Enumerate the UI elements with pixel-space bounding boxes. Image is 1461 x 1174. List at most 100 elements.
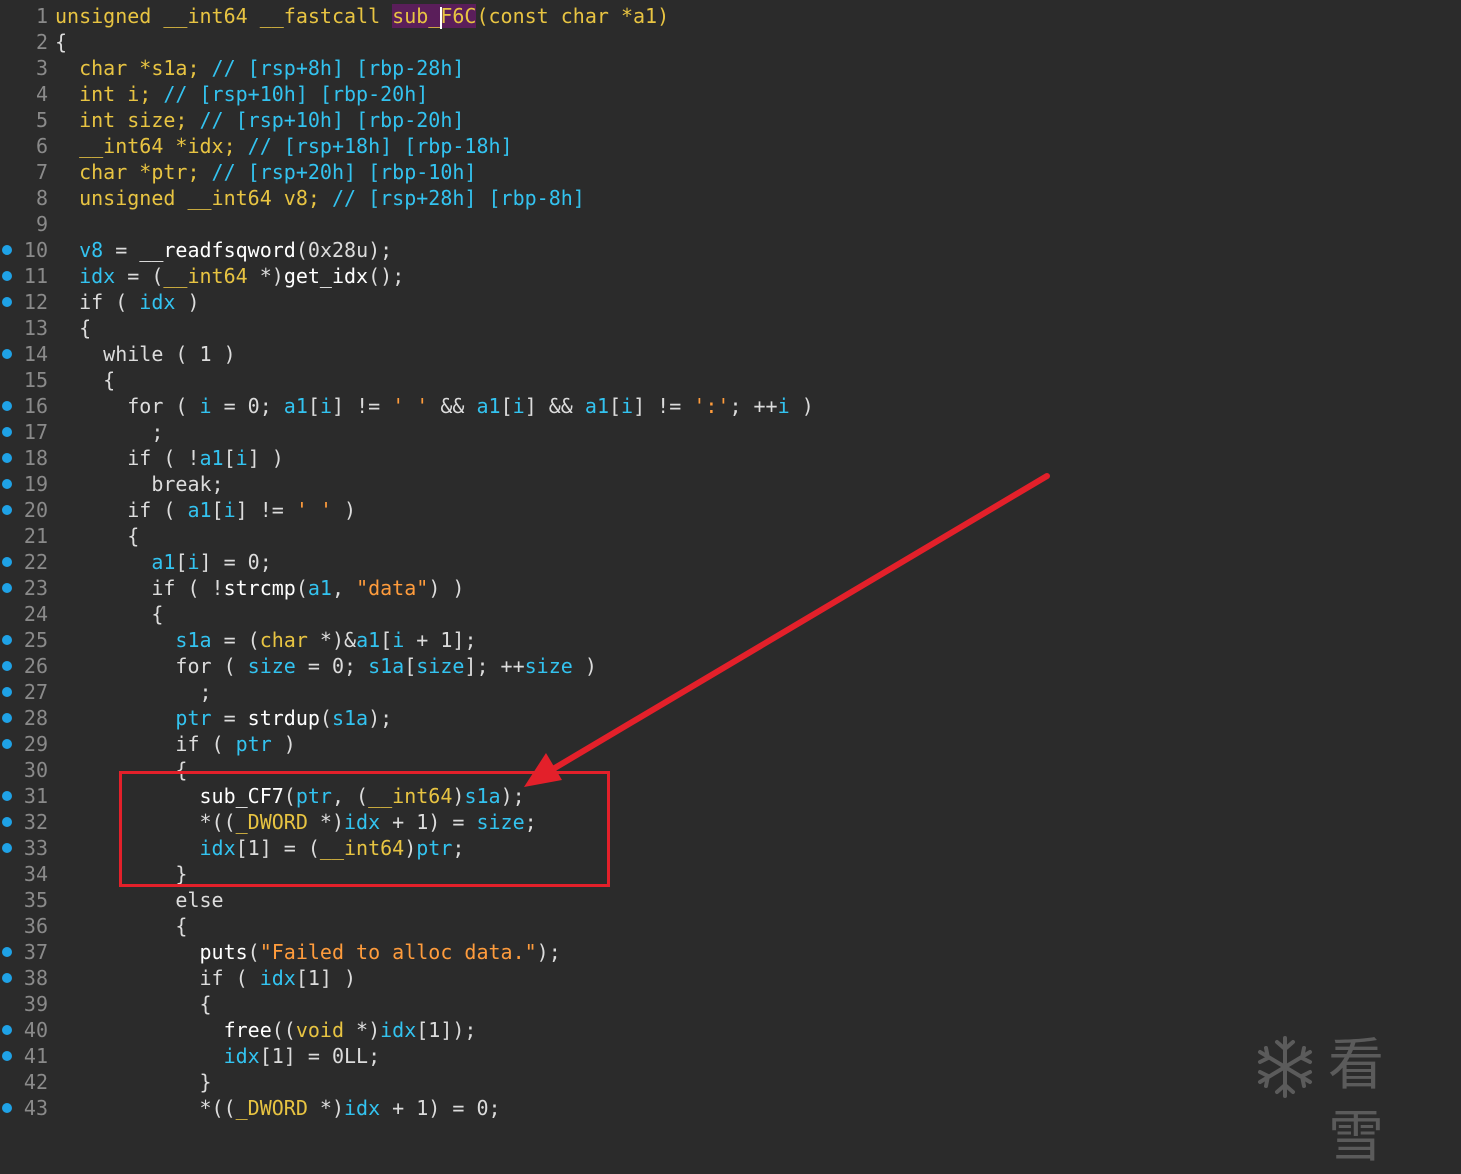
code-text[interactable]: while ( 1 ) bbox=[55, 341, 235, 367]
code-text[interactable]: if ( !a1[i] ) bbox=[55, 445, 284, 471]
code-line[interactable]: 29 if ( ptr ) bbox=[0, 731, 1461, 757]
line-number: 19 bbox=[23, 472, 48, 496]
code-line[interactable]: 22 a1[i] = 0; bbox=[0, 549, 1461, 575]
code-line[interactable]: 20 if ( a1[i] != ' ' ) bbox=[0, 497, 1461, 523]
code-line[interactable]: 37 puts("Failed to alloc data."); bbox=[0, 939, 1461, 965]
code-text[interactable]: v8 = __readfsqword(0x28u); bbox=[55, 237, 392, 263]
code-text[interactable]: if ( ptr ) bbox=[55, 731, 295, 757]
code-line[interactable]: 35 else bbox=[0, 887, 1461, 913]
code-text[interactable]: { bbox=[55, 367, 115, 393]
code-line[interactable]: 5 int size; // [rsp+10h] [rbp-20h] bbox=[0, 107, 1461, 133]
code-text[interactable]: a1[i] = 0; bbox=[55, 549, 271, 575]
line-number: 20 bbox=[23, 498, 48, 522]
code-text[interactable]: { bbox=[55, 601, 163, 627]
code-line[interactable]: 41 idx[1] = 0LL; bbox=[0, 1043, 1461, 1069]
line-number: 43 bbox=[23, 1096, 48, 1120]
code-line[interactable]: 18 if ( !a1[i] ) bbox=[0, 445, 1461, 471]
code-line[interactable]: 27 ; bbox=[0, 679, 1461, 705]
code-text[interactable]: s1a = (char *)&a1[i + 1]; bbox=[55, 627, 476, 653]
code-line[interactable]: 16 for ( i = 0; a1[i] != ' ' && a1[i] &&… bbox=[0, 393, 1461, 419]
code-text[interactable]: if ( idx[1] ) bbox=[55, 965, 356, 991]
code-text[interactable]: break; bbox=[55, 471, 223, 497]
code-line[interactable]: 3 char *s1a; // [rsp+8h] [rbp-28h] bbox=[0, 55, 1461, 81]
code-line[interactable]: 39 { bbox=[0, 991, 1461, 1017]
line-number: 34 bbox=[23, 862, 48, 886]
code-text[interactable]: ptr = strdup(s1a); bbox=[55, 705, 392, 731]
code-line[interactable]: 17 ; bbox=[0, 419, 1461, 445]
code-line[interactable]: 26 for ( size = 0; s1a[size]; ++size ) bbox=[0, 653, 1461, 679]
code-text[interactable]: idx[1] = 0LL; bbox=[55, 1043, 381, 1069]
line-number: 13 bbox=[23, 316, 48, 340]
code-line[interactable]: 8 unsigned __int64 v8; // [rsp+28h] [rbp… bbox=[0, 185, 1461, 211]
snowflake-icon bbox=[1258, 1036, 1312, 1098]
code-line[interactable]: 43 *((_DWORD *)idx + 1) = 0; bbox=[0, 1095, 1461, 1121]
line-number: 24 bbox=[23, 602, 48, 626]
code-text[interactable]: else bbox=[55, 887, 223, 913]
code-text[interactable]: { bbox=[55, 523, 139, 549]
code-line[interactable]: 12 if ( idx ) bbox=[0, 289, 1461, 315]
code-text[interactable]: *((_DWORD *)idx + 1) = 0; bbox=[55, 1095, 500, 1121]
code-text[interactable]: { bbox=[55, 29, 67, 55]
code-text[interactable]: ; bbox=[55, 419, 163, 445]
code-line[interactable]: 1 unsigned __int64 __fastcall sub_F6C(con… bbox=[0, 3, 1461, 29]
code-text[interactable]: ; bbox=[55, 679, 211, 705]
line-number: 4 bbox=[35, 82, 48, 106]
code-text[interactable]: int i; // [rsp+10h] [rbp-20h] bbox=[55, 81, 428, 107]
watermark-text: 看雪 bbox=[1328, 1033, 1386, 1170]
code-line[interactable]: 10 v8 = __readfsqword(0x28u); bbox=[0, 237, 1461, 263]
code-text[interactable]: int size; // [rsp+10h] [rbp-20h] bbox=[55, 107, 464, 133]
code-text[interactable]: char *ptr; // [rsp+20h] [rbp-10h] bbox=[55, 159, 476, 185]
line-number: 30 bbox=[23, 758, 48, 782]
line-number: 6 bbox=[35, 134, 48, 158]
code-text[interactable]: puts("Failed to alloc data."); bbox=[55, 939, 561, 965]
code-line[interactable]: 2{ bbox=[0, 29, 1461, 55]
code-text[interactable]: free((void *)idx[1]); bbox=[55, 1017, 477, 1043]
code-line[interactable]: 24 { bbox=[0, 601, 1461, 627]
code-line[interactable]: 14 while ( 1 ) bbox=[0, 341, 1461, 367]
line-number: 39 bbox=[23, 992, 48, 1016]
line-number: 2 bbox=[35, 30, 48, 54]
code-text[interactable]: if ( a1[i] != ' ' ) bbox=[55, 497, 356, 523]
code-line[interactable]: 7 char *ptr; // [rsp+20h] [rbp-10h] bbox=[0, 159, 1461, 185]
code-line[interactable]: 40 free((void *)idx[1]); bbox=[0, 1017, 1461, 1043]
code-line[interactable]: 6 __int64 *idx; // [rsp+18h] [rbp-18h] bbox=[0, 133, 1461, 159]
code-text[interactable]: } bbox=[55, 1069, 211, 1095]
code-text[interactable]: { bbox=[55, 991, 211, 1017]
code-text[interactable]: { bbox=[55, 913, 187, 939]
code-line[interactable]: 25 s1a = (char *)&a1[i + 1]; bbox=[0, 627, 1461, 653]
line-number: 42 bbox=[23, 1070, 48, 1094]
code-line[interactable]: 19 break; bbox=[0, 471, 1461, 497]
line-number: 18 bbox=[23, 446, 48, 470]
code-line[interactable]: 13 { bbox=[0, 315, 1461, 341]
code-line[interactable]: 15 { bbox=[0, 367, 1461, 393]
code-text[interactable]: __int64 *idx; // [rsp+18h] [rbp-18h] bbox=[55, 133, 512, 159]
line-number: 9 bbox=[35, 212, 48, 236]
line-number: 7 bbox=[35, 160, 48, 184]
code-text[interactable]: unsigned __int64 __fastcall sub_F6C(cons… bbox=[55, 3, 669, 29]
line-number: 40 bbox=[23, 1018, 48, 1042]
code-text[interactable]: if ( !strcmp(a1, "data") ) bbox=[55, 575, 464, 601]
code-line[interactable]: 36 { bbox=[0, 913, 1461, 939]
code-text[interactable]: for ( i = 0; a1[i] != ' ' && a1[i] && a1… bbox=[55, 393, 814, 419]
line-number: 35 bbox=[23, 888, 48, 912]
line-number: 8 bbox=[35, 186, 48, 210]
line-number: 37 bbox=[23, 940, 48, 964]
code-text[interactable]: for ( size = 0; s1a[size]; ++size ) bbox=[55, 653, 597, 679]
code-line[interactable]: 28 ptr = strdup(s1a); bbox=[0, 705, 1461, 731]
line-number: 25 bbox=[23, 628, 48, 652]
code-line[interactable]: 11 idx = (__int64 *)get_idx(); bbox=[0, 263, 1461, 289]
pseudocode-editor[interactable]: 1 unsigned __int64 __fastcall sub_F6C(con… bbox=[0, 0, 1461, 1129]
code-text[interactable]: idx = (__int64 *)get_idx(); bbox=[55, 263, 404, 289]
code-line[interactable]: 9 bbox=[0, 211, 1461, 237]
code-text[interactable]: { bbox=[55, 315, 91, 341]
line-number: 22 bbox=[23, 550, 48, 574]
code-text[interactable]: if ( idx ) bbox=[55, 289, 199, 315]
code-line[interactable]: 21 { bbox=[0, 523, 1461, 549]
line-number: 1 bbox=[35, 4, 48, 28]
code-text[interactable]: unsigned __int64 v8; // [rsp+28h] [rbp-8… bbox=[55, 185, 585, 211]
code-line[interactable]: 4 int i; // [rsp+10h] [rbp-20h] bbox=[0, 81, 1461, 107]
code-line[interactable]: 38 if ( idx[1] ) bbox=[0, 965, 1461, 991]
code-text[interactable]: char *s1a; // [rsp+8h] [rbp-28h] bbox=[55, 55, 464, 81]
code-line[interactable]: 23 if ( !strcmp(a1, "data") ) bbox=[0, 575, 1461, 601]
code-line[interactable]: 42 } bbox=[0, 1069, 1461, 1095]
